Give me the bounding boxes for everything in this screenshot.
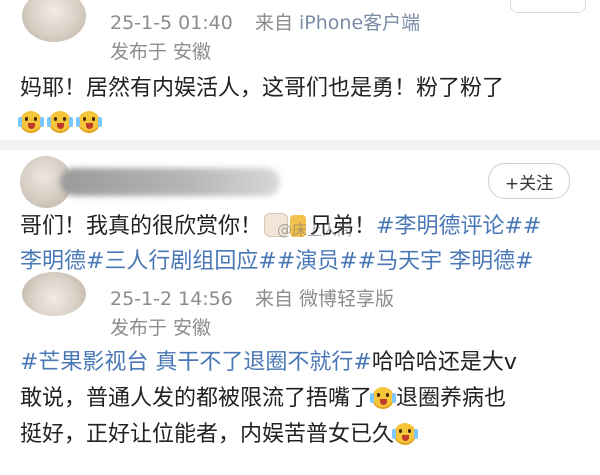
topic-link[interactable]: #李明德评论## bbox=[376, 214, 541, 239]
more-button[interactable] bbox=[510, 0, 586, 13]
post-time: 25-1-5 01:40 bbox=[110, 12, 233, 34]
divider bbox=[0, 140, 600, 150]
comment-text: 敢说，普通人发的都被限流了捂嘴了 bbox=[20, 386, 373, 411]
comment-text: 哈哈哈还是大v bbox=[371, 350, 517, 375]
comment-text: 妈耶！居然有内娱活人，这哥们也是勇！粉了粉了 bbox=[20, 76, 505, 101]
post-time: 25-1-2 14:56 bbox=[110, 288, 233, 310]
source-prefix: 来自 bbox=[254, 12, 293, 34]
source-prefix: 来自 bbox=[254, 288, 293, 310]
topic-link[interactable]: #芒果影视台 真干不了退圈不就行# bbox=[20, 350, 372, 375]
post-meta: 25-1-2 14:56 来自 微博轻享版 bbox=[110, 284, 394, 311]
source-link[interactable]: iPhone客户端 bbox=[299, 12, 420, 34]
comment-text-line-3: 挺好，正好让位能者，内娱苦普女已久 bbox=[20, 420, 590, 450]
redacted-username bbox=[60, 168, 280, 196]
comment-post-1: 25-1-5 01:40 来自 iPhone客户端 发布于 安徽 妈耶！居然有内… bbox=[0, 0, 600, 148]
watermark: @床上人间 bbox=[277, 221, 353, 239]
laugh-cry-emoji bbox=[370, 387, 397, 409]
comment-text-line-2: 敢说，普通人发的都被限流了捂嘴了 退圈养病也 bbox=[20, 384, 590, 414]
scream-emoji bbox=[76, 111, 103, 133]
follow-button[interactable]: +关注 bbox=[488, 163, 570, 199]
post-meta: 25-1-5 01:40 来自 iPhone客户端 bbox=[110, 8, 420, 35]
emoji-row bbox=[18, 111, 103, 133]
scream-emoji bbox=[47, 111, 74, 133]
avatar[interactable] bbox=[22, 272, 86, 316]
avatar[interactable] bbox=[22, 0, 86, 42]
scream-emoji bbox=[392, 423, 419, 445]
source-link[interactable]: 微博轻享版 bbox=[299, 288, 394, 310]
comment-text-line-1: #芒果影视台 真干不了退圈不就行#哈哈哈还是大v bbox=[20, 348, 590, 378]
comment-text: 哥们！我真的很欣赏你！ bbox=[20, 214, 263, 239]
topic-link[interactable]: 李明德#三人行剧组回应##演员##马天宇 李明德# bbox=[20, 247, 590, 277]
comment-text: 挺好，正好让位能者，内娱苦普女已久 bbox=[20, 422, 395, 447]
comment-text: 退圈养病也 bbox=[396, 386, 507, 411]
post-location: 发布于 安徽 bbox=[110, 317, 212, 339]
scream-emoji bbox=[18, 111, 44, 133]
post-location: 发布于 安徽 bbox=[110, 41, 212, 63]
